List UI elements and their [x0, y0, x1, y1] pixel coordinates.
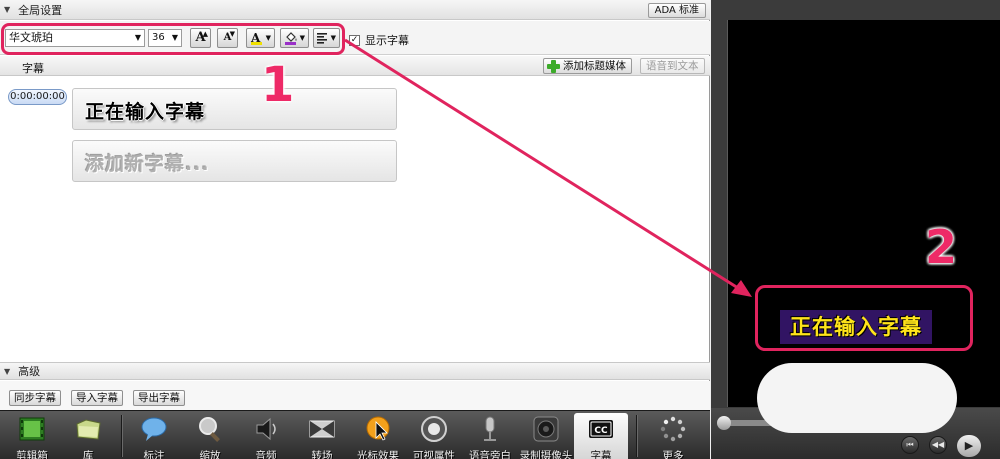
annotation-highlight-2 — [755, 285, 973, 351]
dock-label: 转场 — [311, 450, 333, 459]
redacted-region — [757, 363, 957, 433]
previous-clip-icon[interactable]: ⏮ — [901, 436, 919, 454]
dock-item-more[interactable]: 更多 — [645, 413, 701, 459]
captions-editor-panel: ▼ 全局设置 ADA 标准 华文琥珀 ▼ 36 ▼ A ▲ A ▼ A ▼ ▼ … — [0, 0, 710, 410]
dock-item-callouts[interactable]: 标注 — [126, 413, 182, 459]
show-captions-label: 显示字幕 — [365, 34, 409, 47]
captions-header-title: 字幕 — [22, 62, 44, 75]
dock-label: 可视属性 — [413, 450, 455, 459]
dock-item-voice-narration[interactable]: 语音旁白 — [462, 413, 518, 459]
dock-item-cursor-effects[interactable]: 光标效果 — [350, 413, 406, 459]
dock-item-transitions[interactable]: 转场 — [294, 413, 350, 459]
dock-item-library[interactable]: 库 — [60, 413, 116, 459]
svg-text:CC: CC — [594, 426, 608, 436]
caption-text-box[interactable]: 正在输入字幕 — [72, 88, 397, 130]
microphone-icon — [484, 416, 496, 441]
global-settings-title: 全局设置 — [18, 3, 63, 17]
ada-standard-button[interactable]: ADA 标准 — [647, 3, 706, 18]
dock-item-audio[interactable]: 音频 — [238, 413, 294, 459]
transition-icon — [309, 420, 335, 438]
annotation-number-2: 2 — [925, 220, 958, 274]
task-dock: 剪辑箱 库 标注 缩放 音频 转场 光标效果 可视属性 语音旁白 录制摄像头 C… — [0, 410, 710, 459]
film-clip-icon — [19, 417, 45, 441]
dock-label: 录制摄像头 — [519, 450, 573, 459]
camtasia-window: ▼ 全局设置 ADA 标准 华文琥珀 ▼ 36 ▼ A ▲ A ▼ A ▼ ▼ … — [0, 0, 1000, 459]
add-new-caption-box[interactable]: 添加新字幕... — [72, 140, 397, 182]
global-settings-header[interactable]: ▼ 全局设置 ADA 标准 — [0, 0, 710, 20]
captions-list-header: 字幕 添加标题媒体 语音到文本 — [0, 56, 710, 76]
visual-properties-icon — [421, 416, 447, 442]
add-caption-media-label: 添加标题媒体 — [563, 60, 626, 72]
play-icon[interactable]: ▶ — [957, 435, 981, 457]
dock-label: 库 — [82, 450, 94, 459]
show-captions-toggle[interactable]: ✓ 显示字幕 — [349, 32, 409, 48]
library-folder-icon — [76, 419, 101, 440]
dock-label: 剪辑箱 — [16, 450, 48, 459]
cursor-effect-icon — [366, 416, 390, 441]
rewind-icon[interactable]: ◀◀ — [929, 436, 947, 454]
dock-separator — [636, 415, 637, 457]
speech-bubble-icon — [141, 417, 167, 441]
dock-label: 语音旁白 — [469, 450, 511, 459]
webcam-icon — [533, 416, 559, 442]
dock-item-clip-bin[interactable]: 剪辑箱 — [4, 413, 60, 459]
dock-label: 字幕 — [590, 450, 612, 459]
show-captions-checkbox[interactable]: ✓ — [349, 34, 360, 46]
import-captions-button[interactable]: 导入字幕 — [71, 390, 123, 406]
dock-label: 缩放 — [199, 450, 221, 459]
advanced-header[interactable]: ▼ 高级 — [0, 362, 710, 380]
magnifier-icon — [199, 417, 220, 442]
dock-label: 光标效果 — [357, 450, 399, 459]
annotation-highlight-1 — [1, 23, 345, 55]
dock-item-zoom[interactable]: 缩放 — [182, 413, 238, 459]
more-icon — [660, 416, 686, 442]
speech-to-text-button[interactable]: 语音到文本 — [640, 58, 705, 74]
export-captions-button[interactable]: 导出字幕 — [133, 390, 185, 406]
plus-icon — [547, 59, 560, 73]
dock-label: 标注 — [143, 450, 165, 459]
collapse-triangle-icon[interactable]: ▼ — [4, 5, 10, 14]
advanced-title: 高级 — [18, 365, 41, 378]
add-caption-media-button[interactable]: 添加标题媒体 — [543, 58, 632, 74]
collapse-triangle-icon[interactable]: ▼ — [4, 367, 10, 376]
scrubber-handle[interactable] — [717, 416, 731, 430]
dock-item-record-camera[interactable]: 录制摄像头 — [518, 413, 574, 459]
cc-icon: CC — [589, 420, 613, 438]
dock-item-visual-properties[interactable]: 可视属性 — [406, 413, 462, 459]
annotation-number-1: 1 — [261, 57, 295, 113]
caption-timecode[interactable]: 0:00:00:00 — [8, 89, 67, 105]
speaker-icon — [256, 417, 276, 441]
dock-item-captions[interactable]: CC 字幕 — [574, 413, 628, 459]
advanced-actions: 同步字幕 导入字幕 导出字幕 — [0, 381, 710, 410]
dock-label: 音频 — [255, 450, 277, 459]
dock-separator — [121, 415, 122, 457]
sync-captions-button[interactable]: 同步字幕 — [9, 390, 61, 406]
dock-label: 更多 — [662, 450, 684, 459]
